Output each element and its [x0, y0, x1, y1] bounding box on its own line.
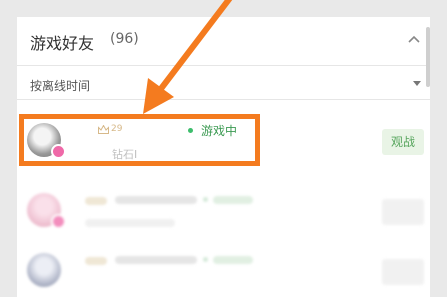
arrow-icon	[143, 0, 233, 114]
